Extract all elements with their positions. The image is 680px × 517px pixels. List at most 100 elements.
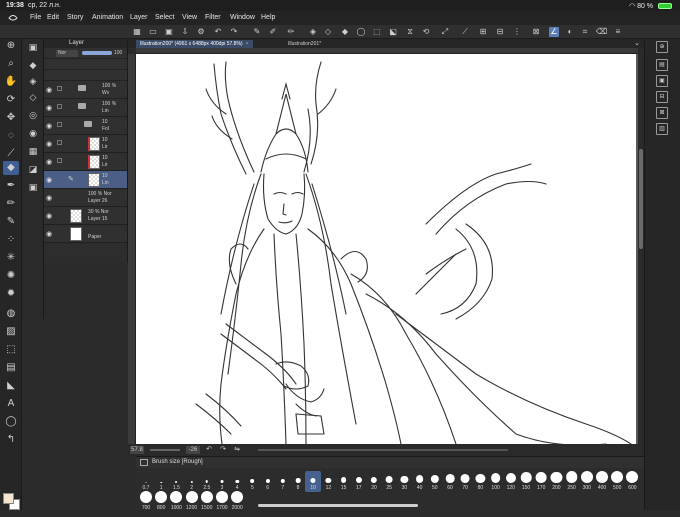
subtool-snap-icon[interactable]: ◉ (27, 127, 39, 139)
tab-illustration200[interactable]: Illustration200* (4961 x 6488px 400dpi 5… (136, 40, 253, 48)
star-tool-icon[interactable]: ✹ (3, 287, 19, 301)
zoom-tool-icon[interactable]: ⊕ (3, 39, 19, 53)
brush-size-preset[interactable]: 1 (153, 471, 169, 492)
pencil-tool-icon[interactable]: ✏ (3, 197, 19, 211)
layer-row[interactable]: ◉ 10 Lir (44, 135, 127, 153)
gradient-tool-icon[interactable]: ▨ (3, 325, 19, 339)
snap-ruler-icon[interactable]: ∠ (549, 27, 559, 37)
panel-layer-icon[interactable]: ▤ (656, 59, 668, 71)
brush-size-preset[interactable]: 15 (336, 471, 352, 492)
canvas-area[interactable] (136, 54, 638, 444)
panel-navigator-icon[interactable]: ▣ (656, 75, 668, 87)
layer-row[interactable]: ◉ 10 Lir (44, 153, 127, 171)
eye-icon[interactable]: ◉ (46, 176, 52, 184)
layer-row[interactable]: ◉ Paper (44, 225, 127, 243)
blend-mode-select[interactable]: Nor (56, 50, 78, 57)
decoration-tool-icon[interactable]: ✳ (3, 251, 19, 265)
brush-size-preset[interactable]: 250 (564, 471, 580, 492)
rotate-icon[interactable]: ⟲ (421, 27, 431, 37)
zoom-value[interactable]: 57.8 (130, 446, 144, 454)
airbrush-tool-icon[interactable]: ⁘ (3, 233, 19, 247)
brush-size-preset[interactable]: 5 (244, 471, 260, 492)
subtool-eraser-soft-icon[interactable]: ◈ (27, 75, 39, 87)
brush-size-preset[interactable]: 700 (138, 491, 154, 512)
move-tool-icon[interactable]: ✥ (3, 111, 19, 125)
brush-size-preset[interactable]: 400 (594, 471, 610, 492)
lock-icon[interactable] (57, 122, 62, 127)
brush-size-preset[interactable]: 1000 (168, 491, 184, 512)
brush-size-preset[interactable]: 17 (351, 471, 367, 492)
snap-icon[interactable]: ⋮ (512, 27, 522, 37)
bucket-icon[interactable]: ◐ (565, 27, 575, 37)
menu-view[interactable]: View (182, 14, 197, 21)
clear-icon[interactable]: ◇ (323, 27, 333, 37)
menu-file[interactable]: File (30, 14, 41, 21)
menu-edit[interactable]: Edit (47, 14, 59, 21)
canvas[interactable] (136, 54, 636, 444)
eye-icon[interactable]: ◉ (46, 122, 52, 130)
flip-horizontal-icon[interactable]: ⇋ (232, 445, 242, 455)
lock-icon[interactable] (57, 104, 62, 109)
figure-tool-icon[interactable]: ⬚ (3, 343, 19, 357)
brush-size-preset[interactable]: 0.7 (138, 471, 154, 492)
subtool-mix-icon[interactable]: ◪ (27, 163, 39, 175)
subtool-rough-icon[interactable]: ▦ (27, 145, 39, 157)
panel-collapse-icon[interactable]: ⊕ (656, 41, 668, 53)
brush-size-preset[interactable]: 50 (427, 471, 443, 492)
brush-size-preset[interactable]: 170 (533, 471, 549, 492)
layer-row-selected[interactable]: ◉ ✎ 10 Lin (44, 171, 127, 189)
brush-size-preset[interactable]: 1700 (214, 491, 230, 512)
export-icon[interactable]: ⇩ (180, 27, 190, 37)
subtool-eraser-hard-icon[interactable]: ◆ (27, 59, 39, 71)
subtool-eraser-vector-icon[interactable]: ◇ (27, 91, 39, 103)
brush-size-preset[interactable]: 1.5 (168, 471, 184, 492)
close-icon[interactable]: × (246, 41, 249, 47)
brush-size-preset[interactable]: 800 (153, 491, 169, 512)
menu-layer[interactable]: Layer (130, 14, 148, 21)
brush-size-preset[interactable]: 1500 (199, 491, 215, 512)
pen-icon[interactable]: ✎ (252, 27, 262, 37)
rotation-value[interactable]: -26 (186, 446, 200, 454)
select-icon[interactable]: ⬚ (372, 27, 382, 37)
brush-size-preset[interactable]: 1200 (184, 491, 200, 512)
layer-row[interactable]: ◉ 100 % Wv (44, 81, 127, 99)
scale-icon[interactable]: ⤢ (440, 27, 450, 37)
brush-size-preset[interactable]: 80 (472, 471, 488, 492)
brush-size-preset[interactable]: 25 (381, 471, 397, 492)
brush-size-preset[interactable]: 40 (412, 471, 428, 492)
brush-size-preset[interactable]: 150 (518, 471, 534, 492)
blend-tool-icon[interactable]: ✺ (3, 269, 19, 283)
correct-line-tool-icon[interactable]: ↰ (3, 433, 19, 447)
settings-icon[interactable]: ⚙ (196, 27, 206, 37)
horizontal-scrollbar[interactable] (258, 449, 508, 451)
brush-size-preset[interactable]: 20 (366, 471, 382, 492)
menu-filter[interactable]: Filter (205, 14, 221, 21)
brush-icon[interactable]: ✐ (268, 27, 278, 37)
layer-row[interactable]: ◉ 10 Fol (44, 117, 127, 135)
brush-tool-icon[interactable]: ✎ (3, 215, 19, 229)
subtool-target-icon[interactable]: ◎ (27, 109, 39, 121)
search-icon[interactable]: ⌕ (3, 57, 19, 71)
menu-select[interactable]: Select (155, 14, 174, 21)
brush-size-preset[interactable]: 100 (488, 471, 504, 492)
rotate-left-icon[interactable]: ↶ (204, 445, 214, 455)
frame-tool-icon[interactable]: ▤ (3, 361, 19, 375)
ruler-tool-icon[interactable]: ◣ (3, 379, 19, 393)
grid-icon[interactable]: ⊟ (495, 27, 505, 37)
eye-icon[interactable]: ◉ (46, 194, 52, 202)
panel-tool-property-icon[interactable]: ⊠ (656, 107, 668, 119)
menu-story[interactable]: Story (67, 14, 83, 21)
brush-size-preset[interactable]: 500 (609, 471, 625, 492)
eye-icon[interactable]: ◉ (46, 86, 52, 94)
brush-size-preset[interactable]: 300 (579, 471, 595, 492)
main-color-swatch[interactable] (3, 493, 14, 504)
new-icon[interactable]: ▦ (132, 27, 142, 37)
lasso-icon[interactable]: ◯ (356, 27, 366, 37)
eyedropper-tool-icon[interactable]: ⟋ (3, 147, 19, 161)
hand-tool-icon[interactable]: ✋ (3, 75, 19, 89)
crop-icon[interactable]: ⌗ (580, 27, 590, 37)
flip-icon[interactable]: ⧖ (405, 27, 415, 37)
eye-icon[interactable]: ◉ (46, 140, 52, 148)
eye-icon[interactable]: ◉ (46, 230, 52, 238)
ruler-icon[interactable]: ⊞ (478, 27, 488, 37)
